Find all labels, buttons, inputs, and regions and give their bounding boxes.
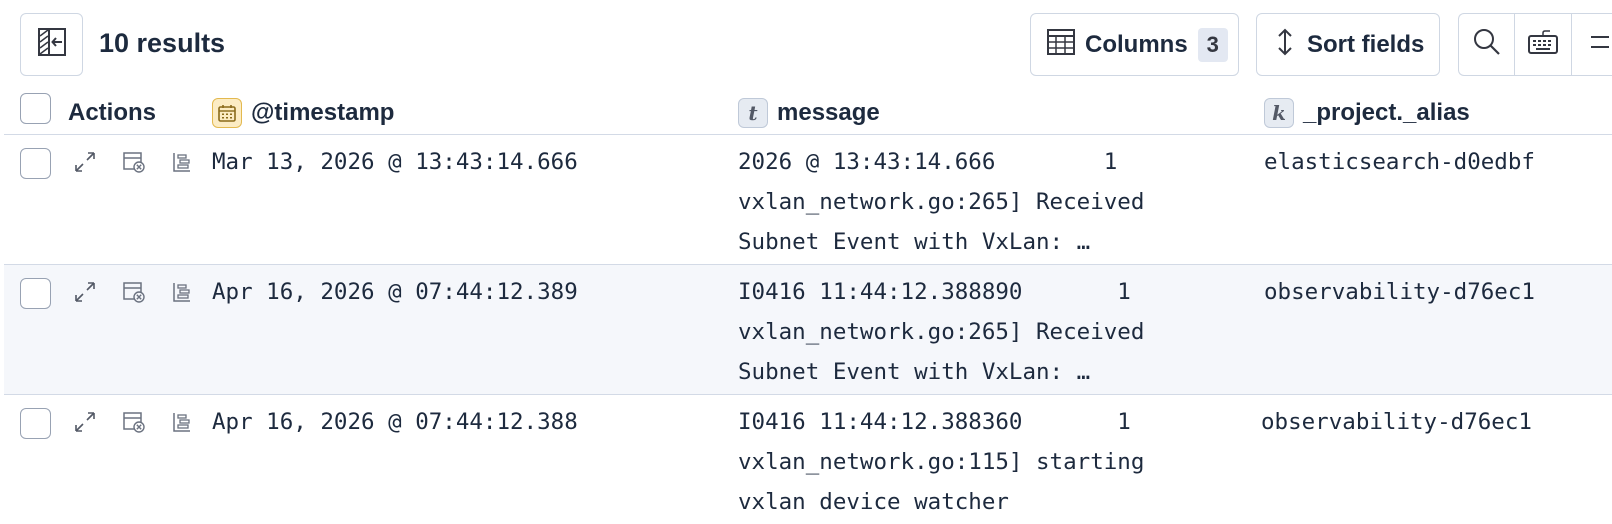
expand-icon xyxy=(73,410,97,439)
message-header-label: message xyxy=(777,99,880,126)
message-cell: 2026 @ 13:43:14.666 1 vxlan_network.go:26… xyxy=(738,142,1198,262)
columns-count-badge: 3 xyxy=(1197,27,1228,62)
table-row: Apr 16, 2026 @ 07:44:12.389 I0416 11:44:… xyxy=(4,265,1612,395)
list-tree-icon xyxy=(170,280,194,309)
view-stacktrace-button[interactable] xyxy=(169,281,195,307)
columns-label: Columns xyxy=(1085,30,1188,58)
message-line: vxlan_network.go:265] Received xyxy=(738,189,1145,215)
remove-from-selection-button[interactable] xyxy=(121,151,147,177)
keyboard-icon xyxy=(1527,29,1558,60)
remove-from-selection-button[interactable] xyxy=(121,411,147,437)
sort-fields-label: Sort fields xyxy=(1307,30,1425,58)
table-header-row: Actions @timestamp t message k _project.… xyxy=(4,92,1612,135)
display-options-icon xyxy=(1587,29,1611,60)
table-icon xyxy=(1047,29,1075,60)
alias-cell: observability-d76ec1 xyxy=(1264,279,1535,305)
table-row: Apr 16, 2026 @ 07:44:12.388 I0416 11:44:… xyxy=(4,395,1612,524)
actions-column-header: Actions xyxy=(68,99,157,126)
view-stacktrace-button[interactable] xyxy=(169,411,195,437)
row-select-checkbox[interactable] xyxy=(20,148,51,179)
message-line: I0416 11:44:12.388890 1 xyxy=(738,279,1131,305)
search-button[interactable] xyxy=(1459,14,1516,75)
columns-button[interactable]: Columns 3 xyxy=(1030,13,1239,76)
message-line: Subnet Event with VxLan: … xyxy=(738,359,1091,385)
message-line: vxlan device watcher xyxy=(738,489,1009,515)
message-line: vxlan_network.go:265] Received xyxy=(738,319,1145,345)
toggle-sidebar-button[interactable] xyxy=(20,13,83,76)
results-count: 10 results xyxy=(99,28,226,58)
keyboard-shortcuts-button[interactable] xyxy=(1515,14,1572,75)
message-line: I0416 11:44:12.388360 1 xyxy=(738,409,1131,435)
table-remove-icon xyxy=(122,150,146,179)
timestamp-column-header[interactable]: @timestamp xyxy=(212,92,394,134)
row-select-checkbox[interactable] xyxy=(20,408,51,439)
alias-header-label: _project._alias xyxy=(1303,99,1470,126)
table-row: Mar 13, 2026 @ 13:43:14.666 2026 @ 13:43… xyxy=(4,135,1612,265)
timestamp-cell: Apr 16, 2026 @ 07:44:12.388 xyxy=(212,409,578,435)
row-select-checkbox[interactable] xyxy=(20,278,51,309)
toolbar-icon-group xyxy=(1458,13,1612,76)
expand-document-button[interactable] xyxy=(72,411,98,437)
grid-toolbar: 10 results Columns 3 Sort fields xyxy=(0,0,1612,92)
text-field-type-icon: t xyxy=(738,98,768,128)
message-column-header[interactable]: t message xyxy=(738,92,880,134)
sort-icon xyxy=(1275,27,1295,62)
message-line: vxlan_network.go:115] starting xyxy=(738,449,1145,475)
expand-icon xyxy=(73,280,97,309)
sort-fields-button[interactable]: Sort fields xyxy=(1256,13,1440,76)
keyword-field-type-icon: k xyxy=(1264,98,1294,128)
alias-cell: elasticsearch-d0edbf xyxy=(1264,149,1535,175)
message-cell: I0416 11:44:12.388360 1 vxlan_network.go:… xyxy=(738,402,1198,522)
sidebar-collapse-icon xyxy=(37,27,67,62)
select-all-checkbox[interactable] xyxy=(20,93,51,124)
remove-from-selection-button[interactable] xyxy=(121,281,147,307)
timestamp-cell: Apr 16, 2026 @ 07:44:12.389 xyxy=(212,279,578,305)
search-icon xyxy=(1472,27,1502,62)
message-cell: I0416 11:44:12.388890 1 vxlan_network.go:… xyxy=(738,272,1198,392)
expand-document-button[interactable] xyxy=(72,151,98,177)
timestamp-header-label: @timestamp xyxy=(251,99,395,126)
message-line: 2026 @ 13:43:14.666 1 xyxy=(738,149,1118,175)
display-options-button[interactable] xyxy=(1572,14,1612,75)
alias-cell: observability-d76ec1 xyxy=(1261,409,1532,435)
message-line: Subnet Event with VxLan: … xyxy=(738,229,1091,255)
list-tree-icon xyxy=(170,410,194,439)
list-tree-icon xyxy=(170,150,194,179)
alias-column-header[interactable]: k _project._alias xyxy=(1264,92,1470,134)
view-stacktrace-button[interactable] xyxy=(169,151,195,177)
table-remove-icon xyxy=(122,410,146,439)
date-field-type-icon xyxy=(212,98,242,128)
expand-document-button[interactable] xyxy=(72,281,98,307)
table-remove-icon xyxy=(122,280,146,309)
expand-icon xyxy=(73,150,97,179)
timestamp-cell: Mar 13, 2026 @ 13:43:14.666 xyxy=(212,149,578,175)
